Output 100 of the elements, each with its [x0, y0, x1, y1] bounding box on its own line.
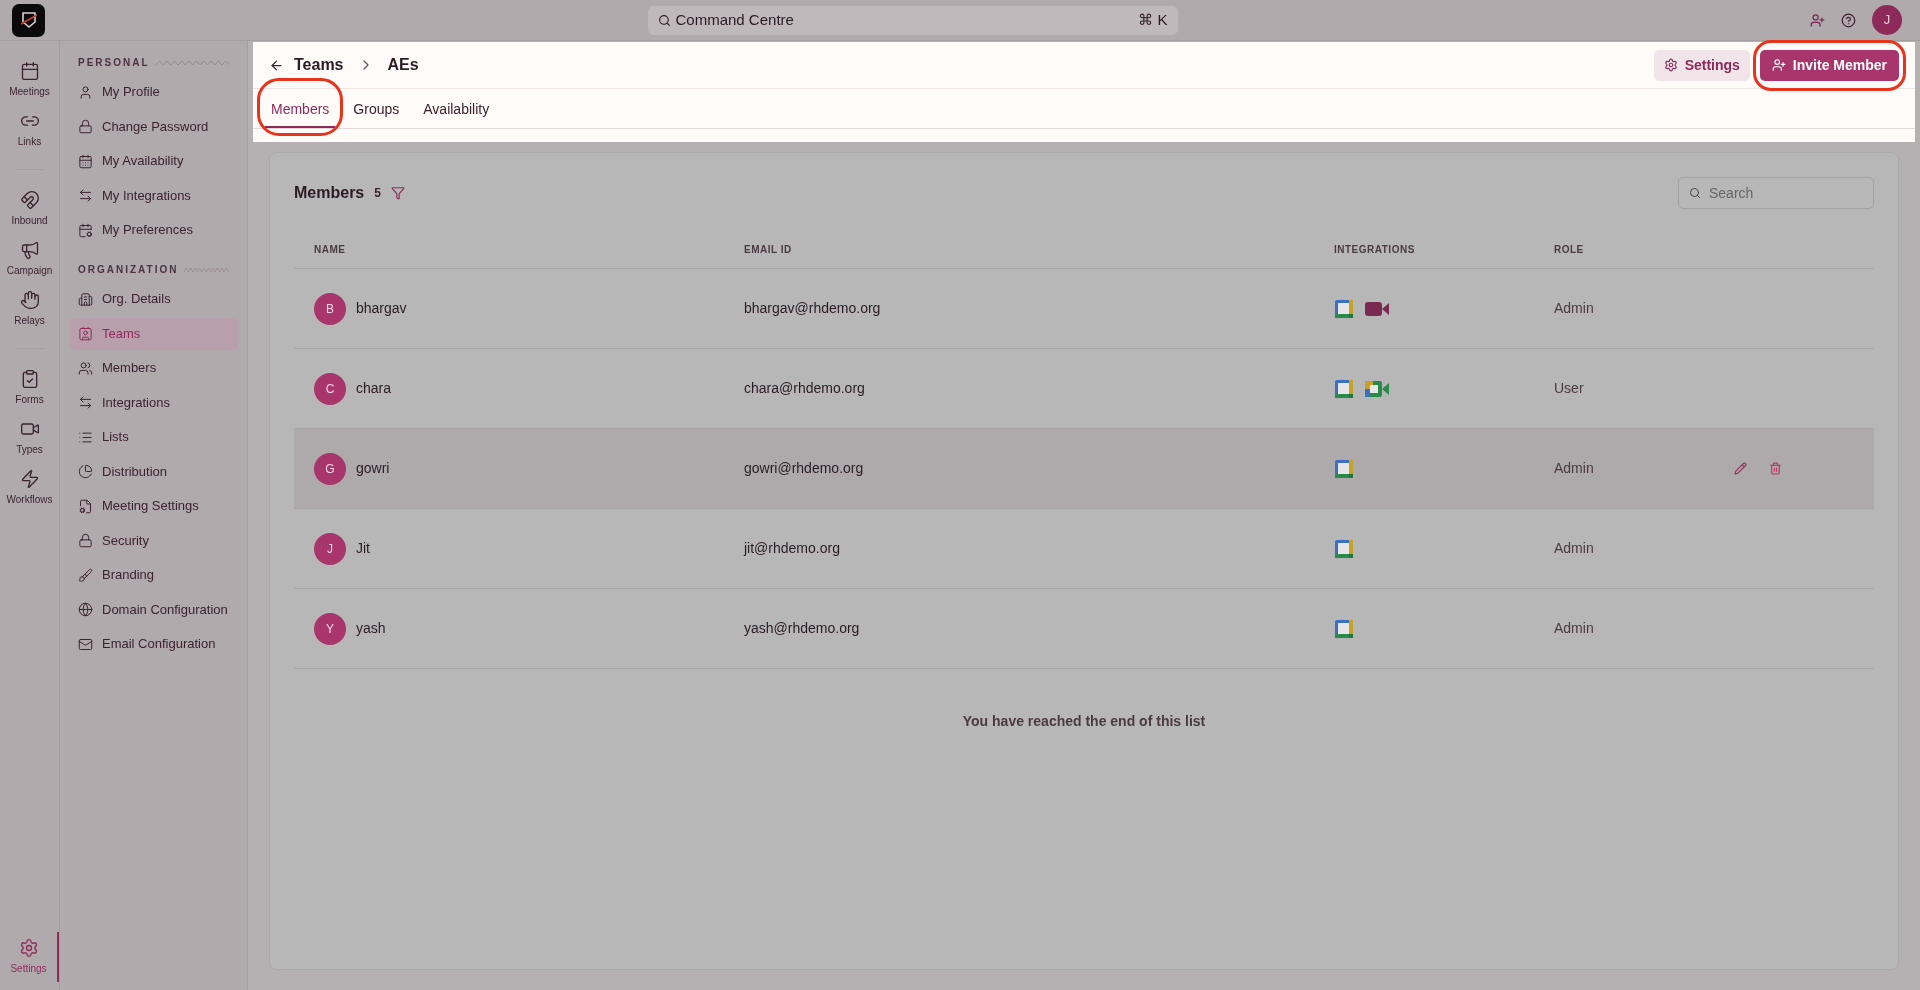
add-user-icon[interactable] [1810, 12, 1825, 28]
column-header: ROLE [1554, 243, 1585, 257]
member-avatar: J [314, 532, 346, 565]
arrows-icon [78, 188, 93, 203]
member-name: chara [356, 379, 392, 398]
member-avatar: C [314, 372, 346, 405]
rail-item[interactable]: Settings [0, 932, 59, 982]
sidebar-item[interactable]: My Integrations [69, 179, 238, 212]
megaphone-icon [19, 240, 40, 260]
column-header: INTEGRATIONS [1334, 243, 1416, 257]
sidebar-item[interactable]: Distribution [69, 455, 238, 488]
member-name: Jit [356, 539, 370, 558]
wavy-line-icon [155, 59, 229, 66]
globe-icon [78, 602, 93, 617]
lightning-icon [19, 469, 40, 489]
settings-icon [1663, 58, 1678, 72]
delete-icon[interactable] [1769, 462, 1782, 475]
back-icon[interactable] [269, 57, 284, 73]
end-of-list-message: You have reached the end of this list [962, 712, 1206, 731]
pie-chart-icon [78, 464, 93, 479]
rail-item[interactable]: Forms [0, 363, 59, 413]
contact-card-icon [78, 326, 93, 341]
user-icon [78, 84, 93, 100]
sidebar-item[interactable]: Meeting Settings [69, 490, 238, 522]
sidebar-item[interactable]: Lists [69, 421, 238, 453]
sidebar-item[interactable]: My Availability [69, 145, 238, 177]
user-avatar[interactable]: J [1872, 5, 1902, 35]
rail-item[interactable]: Links [0, 105, 59, 155]
sidebar-item[interactable]: Domain Configuration [69, 593, 238, 626]
rail-item[interactable]: Campaign [0, 234, 59, 284]
section-title: ORGANIZATION [78, 263, 179, 277]
sidebar-item[interactable]: Branding [69, 559, 238, 591]
member-role: Admin [1554, 539, 1595, 558]
member-avatar: G [314, 452, 346, 485]
help-icon[interactable] [1841, 12, 1856, 28]
sidebar-item[interactable]: Change Password [69, 110, 238, 143]
wavy-line-icon [184, 266, 229, 273]
arrows-icon [78, 395, 93, 410]
member-role: Admin [1554, 619, 1595, 638]
edit-icon[interactable] [1734, 462, 1747, 475]
calendar-gear-icon [78, 222, 93, 238]
lock-icon [78, 533, 93, 548]
add-user-icon [1771, 58, 1786, 72]
member-name: yash [356, 619, 386, 638]
sidebar-item[interactable]: Org. Details [69, 283, 238, 315]
member-row[interactable]: J Jit jit@rhdemo.org Admin [294, 509, 1874, 589]
breadcrumb-item: AEs [387, 55, 419, 75]
settings-icon [18, 938, 39, 958]
sidebar-item[interactable]: Members [69, 352, 238, 384]
member-name: bhargav [356, 299, 407, 318]
section-title: PERSONAL [78, 56, 150, 70]
filter-icon[interactable] [390, 186, 405, 200]
tab[interactable]: Availability [417, 92, 496, 128]
member-row[interactable]: G gowri gowri@rhdemo.org Admin [294, 429, 1874, 509]
lock-icon [78, 119, 93, 134]
member-count: 5 [374, 185, 381, 202]
tab[interactable]: Groups [347, 92, 406, 128]
member-role: User [1554, 379, 1585, 398]
sidebar-item[interactable]: Teams [69, 317, 238, 350]
rail-item[interactable]: Relays [0, 284, 59, 334]
member-role: Admin [1554, 459, 1595, 478]
rail-item[interactable]: Inbound [0, 184, 59, 234]
rail-item[interactable]: Types [0, 413, 59, 463]
calendar-app-icon [1334, 538, 1354, 559]
sidebar-item[interactable]: My Profile [69, 76, 238, 108]
video-camera-icon [1364, 299, 1390, 318]
sidebar-item[interactable]: Security [69, 524, 238, 557]
member-email: chara@rhdemo.org [744, 379, 866, 398]
member-email: yash@rhdemo.org [744, 619, 861, 638]
list-icon [78, 429, 93, 445]
app-logo [12, 3, 45, 37]
users-icon [78, 360, 93, 376]
sidebar-item[interactable]: Email Configuration [69, 628, 238, 660]
command-centre-search[interactable]: Command Centre ⌘ K [647, 5, 1178, 35]
calendar-app-icon [1334, 298, 1354, 319]
video-meeting-icon [1364, 379, 1390, 398]
column-header: NAME [314, 243, 347, 257]
breadcrumb-item[interactable]: Teams [294, 53, 344, 77]
sidebar-item[interactable]: My Preferences [69, 214, 238, 246]
hand-icon [19, 290, 40, 310]
invite-member-button[interactable]: Invite Member [1759, 49, 1899, 81]
search-icon [1689, 187, 1701, 199]
card-title: Members [294, 183, 365, 203]
member-row[interactable]: Y yash yash@rhdemo.org Admin [294, 589, 1874, 669]
search-field[interactable]: Search [1678, 177, 1874, 209]
magnet-icon [19, 190, 40, 210]
calendar-icon [78, 153, 93, 169]
mail-icon [78, 636, 93, 652]
calendar-app-icon [1334, 378, 1354, 399]
shortcut-hint: ⌘ K [1138, 9, 1168, 30]
sidebar-item[interactable]: Integrations [69, 386, 238, 419]
member-email: gowri@rhdemo.org [744, 459, 865, 478]
settings-button[interactable]: Settings [1653, 49, 1750, 81]
member-row[interactable]: B bhargav bhargav@rhdemo.org Admin [294, 269, 1874, 349]
member-role: Admin [1554, 299, 1595, 318]
brush-icon [78, 567, 93, 583]
building-icon [78, 291, 93, 307]
tab[interactable]: Members [265, 92, 336, 128]
rail-item[interactable]: Meetings [0, 55, 59, 105]
rail-item[interactable]: Workflows [0, 463, 59, 513]
